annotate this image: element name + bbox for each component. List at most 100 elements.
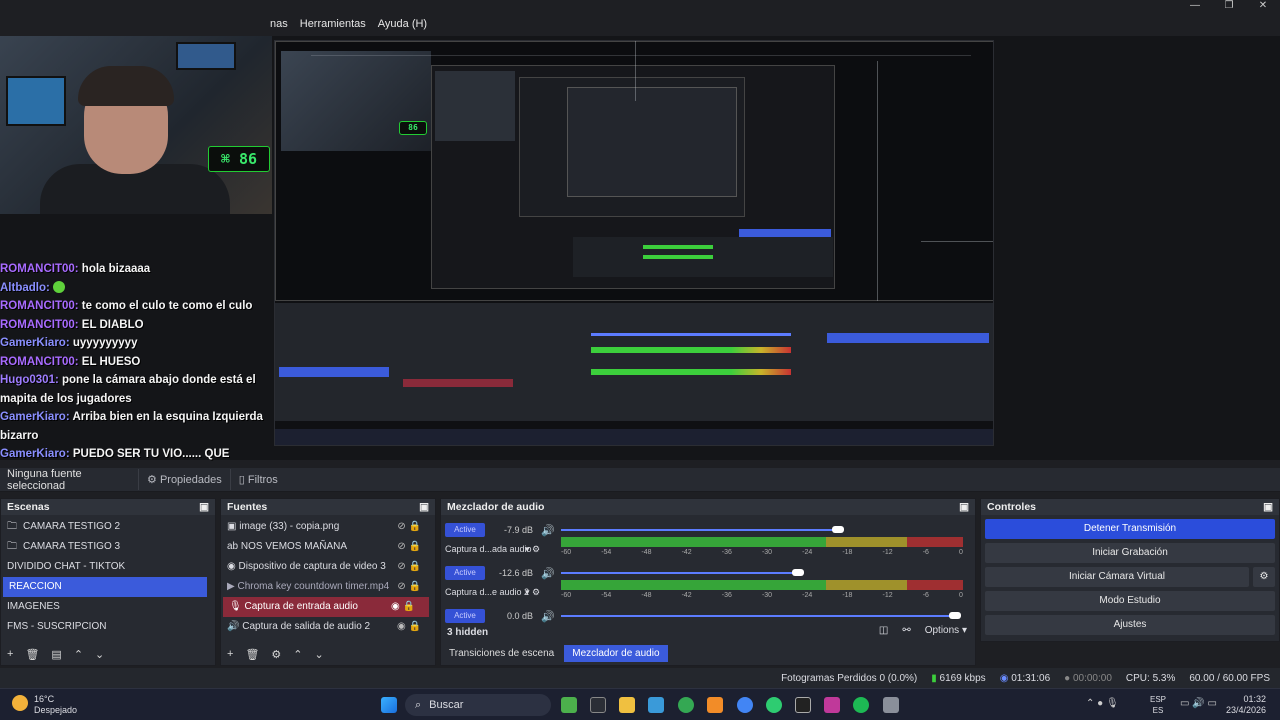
add-icon[interactable]: + <box>7 648 13 661</box>
source-item[interactable]: ▶ Chroma key countdown timer.mp4 ⊘ 🔒 <box>221 577 435 597</box>
channel-menu-icon[interactable]: ▾ ⚙ <box>525 544 540 555</box>
chat-line: ROMANCIT00: EL DIABLO <box>0 316 272 335</box>
maximize-button[interactable]: ❐ <box>1212 0 1246 14</box>
browser-icon[interactable] <box>737 697 753 713</box>
move-up-icon[interactable]: ⌃ <box>293 648 302 661</box>
start-virtual-camera-button[interactable]: Iniciar Cámara Virtual <box>985 567 1249 587</box>
volume-knob[interactable] <box>832 526 844 533</box>
source-item-selected[interactable]: 🎙 Captura de entrada audio ◉ 🔒 <box>223 597 429 617</box>
spotify-icon[interactable] <box>853 697 869 713</box>
channel-menu-icon[interactable]: ▾ ⚙ <box>525 587 540 598</box>
background-monitor <box>6 76 66 126</box>
menu-item-herramientas[interactable]: Herramientas <box>300 18 366 30</box>
start-recording-button[interactable]: Iniciar Grabación <box>985 543 1275 563</box>
lock-icon[interactable]: 🔒 <box>409 561 421 572</box>
lock-icon[interactable]: 🔒 <box>403 601 415 612</box>
scale-tick: -24 <box>802 549 813 556</box>
virtual-camera-settings-icon[interactable]: ⚙ <box>1253 567 1275 587</box>
properties-button[interactable]: ⚙ Propiedades <box>138 469 230 490</box>
scene-item[interactable]: IMAGENES <box>1 597 215 617</box>
dock-menu-icon[interactable]: ▣ <box>1263 499 1273 515</box>
weather-text: Despejado <box>34 705 78 715</box>
volume-db: -12.6 dB <box>498 568 533 578</box>
dock-menu-icon[interactable]: ▣ <box>959 499 969 515</box>
move-up-icon[interactable]: ⌃ <box>74 648 83 661</box>
notes-icon[interactable] <box>648 697 664 713</box>
eye-off-icon[interactable]: ⊘ <box>397 541 405 552</box>
clock[interactable]: 01:32 23/4/2026 <box>1226 694 1266 716</box>
filter-icon[interactable]: ▤ <box>51 648 61 661</box>
source-item[interactable]: ▣ image (33) - copia.png ⊘ 🔒 <box>221 517 435 537</box>
stop-stream-button[interactable]: Detener Transmisión <box>985 519 1275 539</box>
menu-item-ayuda[interactable]: Ayuda (H) <box>378 18 427 30</box>
weather-widget[interactable]: 16°C Despejado <box>34 694 77 716</box>
speaker-icon[interactable]: 🔊 <box>541 524 555 537</box>
volume-slider[interactable] <box>561 572 798 574</box>
dock-menu-icon[interactable]: ▣ <box>199 499 209 515</box>
tab-audio-mixer[interactable]: Mezclador de audio <box>564 645 668 662</box>
close-button[interactable]: ✕ <box>1246 0 1280 14</box>
volume-knob[interactable] <box>792 569 804 576</box>
lock-icon[interactable]: 🔒 <box>409 581 421 592</box>
epic-icon[interactable] <box>795 697 811 713</box>
preview-canvas[interactable]: ⌘ 86 86 ROMANCIT00: hola bizaaaa Altbadl… <box>0 36 1280 460</box>
options-button[interactable]: Options ▾ <box>925 625 967 636</box>
dock-menu-icon[interactable]: ▣ <box>419 499 429 515</box>
scene-item[interactable]: FMS - SUSCRIPCION <box>1 617 215 637</box>
channel-name[interactable]: Captura d...ada audio <box>445 544 532 554</box>
language-indicator[interactable]: ESP ES <box>1150 694 1166 716</box>
volume-knob[interactable] <box>949 612 961 619</box>
source-item[interactable]: ◉ Dispositivo de captura de video 3 ⊘ 🔒 <box>221 557 435 577</box>
speaker-icon[interactable]: 🔊 <box>541 567 555 580</box>
volume-slider[interactable] <box>561 529 838 531</box>
scale-tick: 0 <box>958 549 963 556</box>
tab-transitions[interactable]: Transiciones de escena <box>443 645 560 662</box>
settings-icon[interactable] <box>883 697 899 713</box>
scene-item[interactable]: 🗀 CAMARA TESTIGO 2 <box>1 517 215 537</box>
system-icons[interactable]: ▭ 🔊 ▭ <box>1180 698 1217 709</box>
obs-icon[interactable] <box>590 697 606 713</box>
lock-icon[interactable]: 🔒 <box>409 541 421 552</box>
taskbar-search[interactable]: ⌕ Buscar <box>405 694 551 716</box>
record-icon: ● <box>1064 672 1071 684</box>
chrome-icon[interactable] <box>678 697 694 713</box>
trash-icon[interactable]: 🗑 <box>245 648 259 661</box>
lock-icon[interactable]: 🔒 <box>409 521 421 532</box>
move-down-icon[interactable]: ⌄ <box>95 648 104 661</box>
scene-item[interactable]: 🗀 CAMARA TESTIGO 3 <box>1 537 215 557</box>
eye-icon[interactable]: ◉ <box>397 621 406 632</box>
minimize-button[interactable]: — <box>1178 0 1212 14</box>
link-icon[interactable]: ⚯ <box>902 625 910 636</box>
studio-mode-button[interactable]: Modo Estudio <box>985 591 1275 611</box>
volume-db: -7.9 dB <box>503 525 533 535</box>
columns-icon[interactable]: ◫ <box>879 625 888 636</box>
app-icon[interactable] <box>766 697 782 713</box>
lock-icon[interactable]: 🔒 <box>409 621 421 632</box>
source-item[interactable]: 🔊 Captura de salida de audio 2 ◉ 🔒 <box>221 617 435 637</box>
volume-slider[interactable] <box>561 615 955 617</box>
app-icon[interactable] <box>824 697 840 713</box>
vlc-icon[interactable] <box>707 697 723 713</box>
start-icon[interactable] <box>381 697 397 713</box>
source-item[interactable]: ab NOS VEMOS MAÑANA ⊘ 🔒 <box>221 537 435 557</box>
scene-item-selected[interactable]: REACCION <box>3 577 207 597</box>
app-icon[interactable] <box>561 697 577 713</box>
channel-name[interactable]: Captura d...e audio 2 <box>445 587 529 597</box>
filters-button[interactable]: ▯ Filtros <box>229 469 286 490</box>
settings-button[interactable]: Ajustes <box>985 615 1275 635</box>
eye-icon[interactable]: ◉ <box>391 601 400 612</box>
eye-off-icon[interactable]: ⊘ <box>397 561 405 572</box>
folder-icon[interactable] <box>619 697 635 713</box>
move-down-icon[interactable]: ⌄ <box>315 648 324 661</box>
speaker-muted-icon[interactable]: 🔊 <box>541 610 555 623</box>
menu-item-escenas[interactable]: nas <box>270 18 288 30</box>
eye-off-icon[interactable]: ⊘ <box>397 521 405 532</box>
trash-icon[interactable]: 🗑 <box>25 648 39 661</box>
eye-off-icon[interactable]: ⊘ <box>397 581 405 592</box>
gear-icon[interactable]: ⚙ <box>271 648 281 661</box>
chat-overlay: ROMANCIT00: hola bizaaaa Altbadlo: ROMAN… <box>0 260 272 464</box>
bitrate-value: 6169 kbps <box>939 672 986 684</box>
scene-item[interactable]: DIVIDIDO CHAT - TIKTOK <box>1 557 215 577</box>
add-icon[interactable]: + <box>227 648 233 661</box>
tray-icons[interactable]: ⌃ ● 🎙 <box>1086 698 1119 709</box>
